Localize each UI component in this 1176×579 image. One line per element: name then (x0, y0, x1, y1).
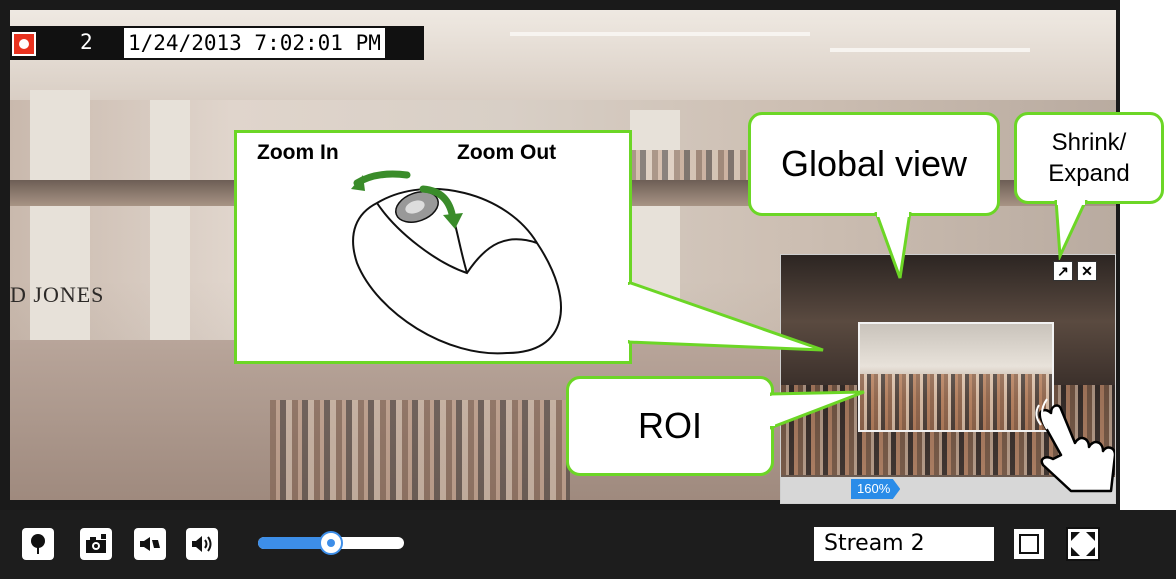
crowd (860, 374, 1052, 430)
timestamp: 1/24/2013 7:02:01 PM (124, 28, 385, 58)
speaker-icon (192, 536, 212, 552)
stream-select[interactable]: Stream 2 (814, 527, 994, 561)
store-sign: D JONES (10, 282, 105, 307)
mouse-callout-pointer (628, 282, 824, 352)
crowd (270, 400, 570, 500)
microphone-off-icon (140, 537, 160, 551)
roi-callout-pointer (770, 390, 865, 430)
snapshot-button[interactable] (80, 528, 112, 560)
fit-screen-button[interactable] (1012, 527, 1046, 561)
record-indicator-icon[interactable] (12, 32, 36, 56)
pin-icon (31, 534, 45, 554)
zoom-level-badge: 160% (851, 479, 901, 499)
shrink-label: Shrink/ (1051, 129, 1127, 156)
volume-button[interactable] (186, 528, 218, 560)
fullscreen-icon (1066, 527, 1100, 561)
expand-label: Expand (1048, 160, 1130, 187)
expand-icon[interactable]: ↗ (1053, 261, 1073, 281)
pillar (150, 100, 190, 380)
mouse-zoom-callout: Zoom In Zoom Out (234, 130, 632, 364)
channel-number: 2 (80, 30, 93, 54)
volume-slider[interactable] (258, 531, 404, 555)
pin-button[interactable] (22, 528, 54, 560)
hand-pointer-icon (1035, 398, 1115, 493)
roi-callout: ROI (566, 376, 774, 476)
fit-screen-icon (1014, 529, 1044, 559)
zoom-in-label: Zoom In (257, 141, 339, 164)
mouse-icon (351, 170, 562, 355)
roi-box[interactable] (858, 322, 1054, 432)
roi-label: ROI (637, 405, 702, 446)
volume-slider-knob[interactable] (319, 531, 343, 555)
camera-icon (86, 534, 106, 553)
global-view-label: Global view (780, 143, 968, 184)
ceiling-light (510, 32, 810, 36)
shrink-expand-callout: Shrink/ Expand (1014, 112, 1164, 204)
control-bar (0, 510, 1176, 579)
shrink-callout-pointer (1054, 200, 1088, 260)
talk-button[interactable] (134, 528, 166, 560)
global-view-callout: Global view (748, 112, 1000, 216)
close-icon[interactable]: ✕ (1077, 261, 1097, 281)
ceiling-light (830, 48, 1030, 52)
global-view-callout-pointer (874, 212, 912, 279)
global-view-panel[interactable]: 160% ↗ ✕ (780, 254, 1116, 504)
fullscreen-button[interactable] (1066, 527, 1100, 561)
zoom-out-label: Zoom Out (457, 141, 557, 164)
